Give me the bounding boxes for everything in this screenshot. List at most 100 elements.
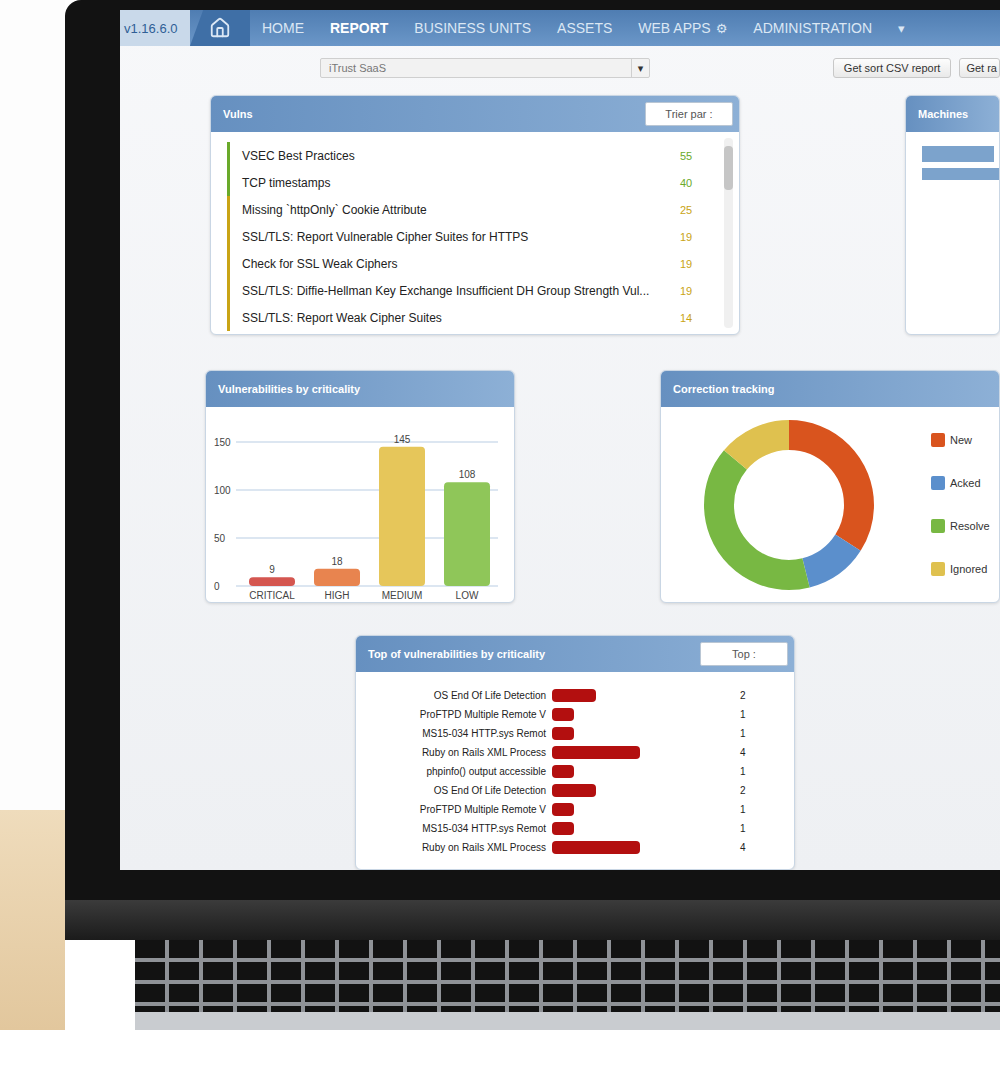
vuln-name: TCP timestamps bbox=[242, 176, 680, 190]
gear-icon: ⚙ bbox=[716, 21, 728, 36]
home-tab[interactable] bbox=[190, 10, 250, 46]
panel-header: VulnsTrier par : bbox=[211, 96, 739, 132]
nav-item[interactable]: REPORT bbox=[330, 20, 388, 36]
top-vuln-row[interactable]: ProFTPD Multiple Remote V 1 bbox=[356, 800, 794, 819]
top-vuln-row[interactable]: OS End Of Life Detection2 bbox=[356, 781, 794, 800]
report-button[interactable]: Get sort CSV report bbox=[833, 58, 952, 78]
nav-item[interactable]: ASSETS bbox=[557, 20, 612, 36]
top-vuln-count: 4 bbox=[740, 747, 794, 758]
top-vuln-row[interactable]: OS End Of Life Detection2 bbox=[356, 686, 794, 705]
vuln-name: SSL/TLS: Diffie-Hellman Key Exchange Ins… bbox=[242, 284, 680, 298]
panel-row: Vulnerabilities by criticality1501005009… bbox=[120, 370, 1000, 603]
vuln-row[interactable]: Missing `httpOnly` Cookie Attribute25 bbox=[227, 196, 716, 223]
screen: v1.16.6.0HOMEREPORTBUSINESS UNITSASSETSW… bbox=[120, 10, 1000, 870]
vulns-body: VSEC Best Practices55TCP timestamps40Mis… bbox=[211, 132, 739, 334]
machine-bar[interactable] bbox=[922, 168, 999, 180]
top-vuln-row[interactable]: Ruby on Rails XML Process 4 bbox=[356, 743, 794, 762]
legend-item[interactable]: Ignored bbox=[931, 562, 990, 576]
legend-item[interactable]: Resolve bbox=[931, 519, 990, 533]
top-vuln-name: MS15-034 HTTP.sys Remot bbox=[356, 823, 546, 834]
nav-item[interactable]: ADMINISTRATION bbox=[753, 20, 872, 36]
vuln-count: 19 bbox=[680, 258, 716, 270]
caret-icon: ▾ bbox=[898, 21, 905, 36]
sort-button[interactable]: Trier par : bbox=[645, 102, 733, 126]
top-vuln-count: 1 bbox=[740, 804, 794, 815]
vuln-row[interactable]: SSL/TLS: Diffie-Hellman Key Exchange Ins… bbox=[227, 277, 716, 304]
donut-segment[interactable] bbox=[719, 435, 859, 575]
top-vuln-row[interactable]: ProFTPD Multiple Remote V1 bbox=[356, 705, 794, 724]
vuln-name: Check for SSL Weak Ciphers bbox=[242, 257, 680, 271]
bar-category: CRITICAL bbox=[249, 590, 295, 601]
chart-bar[interactable] bbox=[314, 569, 360, 586]
scope-select[interactable]: iTrust SaaS▾ bbox=[320, 58, 650, 78]
nav-item[interactable]: WEB APPS ⚙ bbox=[638, 20, 727, 36]
donut-segment[interactable] bbox=[719, 435, 859, 575]
house-icon bbox=[209, 17, 231, 39]
background bbox=[0, 0, 65, 1030]
chart-bar-group: 9CRITICAL bbox=[249, 564, 295, 601]
machine-bar[interactable] bbox=[922, 146, 994, 162]
vuln-count: 19 bbox=[680, 231, 716, 243]
vuln-row[interactable]: TCP timestamps40 bbox=[227, 169, 716, 196]
chart-bar[interactable] bbox=[444, 482, 490, 586]
scroll-thumb[interactable] bbox=[724, 146, 733, 190]
nav-bar: v1.16.6.0HOMEREPORTBUSINESS UNITSASSETSW… bbox=[120, 10, 1000, 46]
legend-item[interactable]: Acked bbox=[931, 476, 990, 490]
top-vuln-bar bbox=[552, 784, 596, 797]
nav-more[interactable]: ▾ bbox=[898, 21, 905, 36]
top-vuln-count: 2 bbox=[740, 785, 794, 796]
top-vuln-bar bbox=[552, 708, 574, 721]
donut-chart bbox=[699, 415, 879, 595]
top-vuln-row[interactable]: Ruby on Rails XML Process4 bbox=[356, 838, 794, 857]
top-vuln-name: ProFTPD Multiple Remote V bbox=[356, 804, 546, 815]
criticality-panel: Vulnerabilities by criticality1501005009… bbox=[205, 370, 515, 603]
donut-segment[interactable] bbox=[719, 435, 859, 575]
vuln-row[interactable]: SSL/TLS: Report Vulnerable Cipher Suites… bbox=[227, 223, 716, 250]
tick-label: 150 bbox=[214, 437, 231, 448]
vulns-panel: VulnsTrier par :VSEC Best Practices55TCP… bbox=[210, 95, 740, 335]
vuln-row[interactable]: Check for SSL Weak Ciphers19 bbox=[227, 250, 716, 277]
nav-item[interactable]: BUSINESS UNITS bbox=[414, 20, 531, 36]
top-vuln-bar bbox=[552, 822, 574, 835]
bar-value: 18 bbox=[331, 556, 343, 567]
nav-label: WEB APPS bbox=[638, 20, 710, 36]
floor bbox=[0, 1030, 1000, 1067]
vuln-name: Missing `httpOnly` Cookie Attribute bbox=[242, 203, 680, 217]
chart-bar[interactable] bbox=[379, 447, 425, 586]
nav-label: BUSINESS UNITS bbox=[414, 20, 531, 36]
vuln-count: 40 bbox=[680, 177, 716, 189]
tick-label: 50 bbox=[214, 533, 226, 544]
vuln-row[interactable]: VSEC Best Practices55 bbox=[227, 142, 716, 169]
top-vuln-row[interactable]: phpinfo() output accessible1 bbox=[356, 762, 794, 781]
vuln-row[interactable]: SSL/TLS: Report Weak Cipher Suites14 bbox=[227, 304, 716, 331]
vuln-name: VSEC Best Practices bbox=[242, 149, 680, 163]
donut-segment[interactable] bbox=[719, 435, 859, 575]
report-button[interactable]: Get ra bbox=[959, 58, 1000, 78]
select-value: iTrust SaaS bbox=[321, 62, 631, 74]
top-vuln-name: Ruby on Rails XML Process bbox=[356, 747, 546, 758]
panel-title: Correction tracking bbox=[673, 383, 774, 395]
grid-line bbox=[236, 442, 498, 443]
desk bbox=[0, 810, 65, 1030]
scrollbar[interactable] bbox=[724, 138, 733, 328]
vuln-name: SSL/TLS: Report Weak Cipher Suites bbox=[242, 311, 680, 325]
scene: v1.16.6.0HOMEREPORTBUSINESS UNITSASSETSW… bbox=[0, 0, 1000, 1030]
top-vuln-bar bbox=[552, 689, 596, 702]
top-vuln-bar bbox=[552, 803, 574, 816]
top-vuln-row[interactable]: MS15-034 HTTP.sys Remot1 bbox=[356, 724, 794, 743]
vuln-count: 25 bbox=[680, 204, 716, 216]
chart-bar-group: 108LOW bbox=[444, 469, 490, 601]
legend-label: New bbox=[950, 434, 972, 446]
top-button[interactable]: Top : bbox=[700, 642, 788, 666]
chart-bar[interactable] bbox=[249, 577, 295, 586]
nav-item[interactable]: HOME bbox=[262, 20, 304, 36]
legend-item[interactable]: New bbox=[931, 433, 990, 447]
legend-swatch bbox=[931, 562, 945, 576]
top-vuln-row[interactable]: MS15-034 HTTP.sys Remot1 bbox=[356, 819, 794, 838]
panel-header: Vulnerabilities by criticality bbox=[206, 371, 514, 407]
bar-value: 145 bbox=[394, 434, 411, 445]
top-vuln-count: 4 bbox=[740, 842, 794, 853]
panel-row: Top of vulnerabilities by criticalityTop… bbox=[120, 635, 1000, 870]
chart-legend: New Acked Resolve Ignored bbox=[931, 433, 990, 576]
top-vuln-bar bbox=[552, 765, 574, 778]
